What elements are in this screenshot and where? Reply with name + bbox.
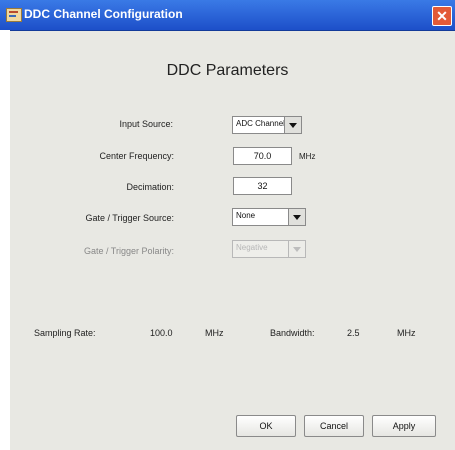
gate-trigger-source-label: Gate / Trigger Source: xyxy=(85,213,174,223)
gate-trigger-source-value: None xyxy=(236,211,256,220)
gate-trigger-polarity-value: Negative xyxy=(236,243,268,252)
decimation-label: Decimation: xyxy=(126,182,174,192)
bandwidth-label: Bandwidth: xyxy=(270,328,315,338)
input-source-label: Input Source: xyxy=(119,119,173,129)
chevron-down-icon[interactable] xyxy=(284,117,301,133)
chevron-down-icon xyxy=(288,241,305,257)
gate-trigger-polarity-label: Gate / Trigger Polarity: xyxy=(83,246,174,256)
app-icon xyxy=(6,8,22,22)
center-frequency-field[interactable]: 70.0 xyxy=(233,147,292,165)
left-edge-strip xyxy=(0,30,10,450)
decimation-field[interactable]: 32 xyxy=(233,177,292,195)
window-title: DDC Channel Configuration xyxy=(24,7,183,21)
gate-trigger-source-dropdown[interactable]: None xyxy=(232,208,306,226)
title-bar[interactable]: DDC Channel Configuration ✕ xyxy=(0,0,455,31)
bandwidth-unit: MHz xyxy=(397,328,416,338)
apply-button[interactable]: Apply xyxy=(372,415,436,437)
close-button[interactable]: ✕ xyxy=(432,6,452,26)
ddc-configuration-dialog: DDC Channel Configuration ✕ DDC Paramete… xyxy=(0,0,455,450)
ok-button[interactable]: OK xyxy=(236,415,296,437)
input-source-dropdown[interactable]: ADC Channel 1 xyxy=(232,116,302,134)
gate-trigger-polarity-dropdown: Negative xyxy=(232,240,306,258)
sampling-rate-value: 100.0 xyxy=(150,328,173,338)
center-frequency-unit: MHz xyxy=(299,152,316,161)
center-frequency-label: Center Frequency: xyxy=(99,151,174,161)
sampling-rate-label: Sampling Rate: xyxy=(34,328,96,338)
bandwidth-value: 2.5 xyxy=(347,328,360,338)
section-heading: DDC Parameters xyxy=(166,62,289,79)
cancel-button[interactable]: Cancel xyxy=(304,415,364,437)
chevron-down-icon[interactable] xyxy=(288,209,305,225)
sampling-rate-unit: MHz xyxy=(205,328,224,338)
